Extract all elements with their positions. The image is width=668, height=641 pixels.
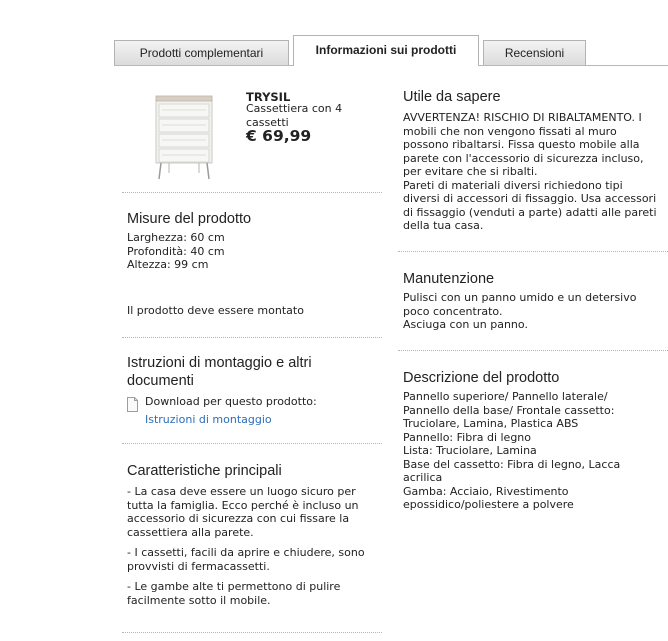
divider	[398, 350, 668, 351]
document-icon	[127, 397, 138, 412]
description-line: Gamba: Acciaio, Rivestimento epossidico/…	[403, 484, 574, 512]
divider	[122, 192, 382, 193]
assembly-note: Il prodotto deve essere montato	[127, 304, 304, 317]
tab-reviews[interactable]: Recensioni	[483, 40, 586, 65]
description-line: Base del cassetto: Fibra di legno, Lacca…	[403, 457, 621, 485]
measure-line: Altezza: 99 cm	[127, 258, 209, 271]
measures-section: Misure del prodotto Larghezza: 60 cm Pro…	[127, 210, 377, 272]
good-to-know-line: AVVERTENZA! RISCHIO DI RIBALTAMENTO. I m…	[403, 111, 644, 178]
product-description-title: Descrizione del prodotto	[403, 370, 560, 386]
measure-line: Larghezza: 60 cm	[127, 231, 225, 244]
tab-bar: Prodotti complementari Informazioni sui …	[114, 35, 668, 66]
product-image	[155, 95, 213, 180]
divider	[122, 632, 382, 633]
good-to-know-line: Pareti di materiali diversi richiedono t…	[403, 178, 657, 233]
features-title: Caratteristiche principali	[127, 463, 282, 479]
instructions-title: Istruzioni di montaggio e altri document…	[127, 355, 312, 389]
divider	[122, 337, 382, 338]
good-to-know-title: Utile da sapere	[403, 89, 501, 105]
assembly-instructions-link[interactable]: Istruzioni di montaggio	[145, 413, 375, 427]
product-price: € 69,99	[246, 127, 312, 145]
divider	[398, 251, 668, 252]
good-to-know-section: Utile da sapere AVVERTENZA! RISCHIO DI R…	[403, 88, 659, 233]
instructions-section: Istruzioni di montaggio e altri document…	[127, 354, 367, 390]
description-line: Pannello superiore/ Pannello laterale/ P…	[403, 390, 615, 430]
download-label: Download per questo prodotto:	[145, 395, 317, 408]
care-section: Manutenzione Pulisci con un panno umido …	[403, 270, 659, 332]
divider	[122, 443, 382, 444]
care-line: Asciuga con un panno.	[403, 318, 528, 331]
product-description: Cassettiera con 4 cassetti	[246, 102, 343, 129]
care-line: Pulisci con un panno umido e un detersiv…	[403, 291, 637, 318]
feature-item: - La casa deve essere un luogo sicuro pe…	[127, 485, 359, 539]
measures-title: Misure del prodotto	[127, 211, 252, 227]
description-line: Lista: Truciolare, Lamina	[403, 444, 537, 457]
product-description-section: Descrizione del prodotto Pannello superi…	[403, 369, 653, 512]
feature-item: - Le gambe alte ti permettono di pulire …	[127, 580, 341, 607]
care-title: Manutenzione	[403, 271, 495, 287]
measure-line: Profondità: 40 cm	[127, 244, 225, 258]
description-line: Pannello: Fibra di legno	[403, 430, 532, 444]
tab-complementary-products[interactable]: Prodotti complementari	[114, 40, 289, 65]
feature-item: - I cassetti, facili da aprire e chiuder…	[127, 546, 365, 573]
tab-product-info[interactable]: Informazioni sui prodotti	[293, 35, 479, 66]
features-section: Caratteristiche principali - La casa dev…	[127, 462, 367, 614]
